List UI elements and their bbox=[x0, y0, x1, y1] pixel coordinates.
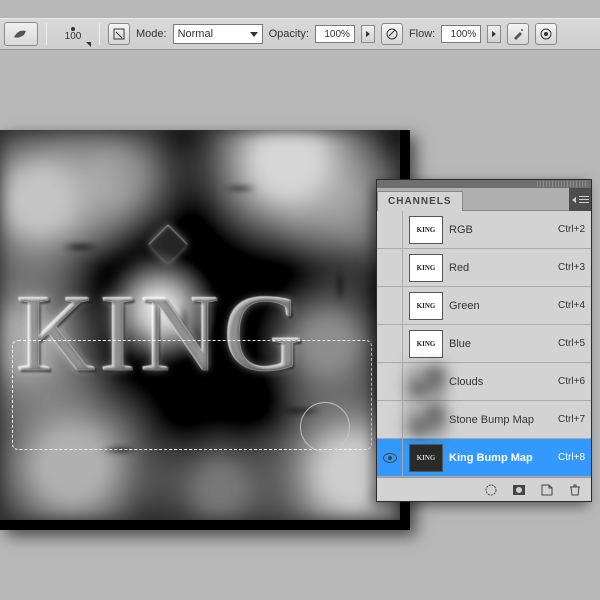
channel-thumbnail: KING bbox=[409, 254, 443, 282]
channel-shortcut: Ctrl+3 bbox=[558, 262, 585, 273]
new-page-icon bbox=[540, 484, 554, 496]
channel-thumbnail bbox=[409, 406, 443, 434]
tablet-opacity-toggle[interactable] bbox=[381, 23, 403, 45]
opacity-input[interactable]: 100% bbox=[315, 25, 355, 43]
new-channel-button[interactable] bbox=[539, 483, 555, 497]
channel-row[interactable]: KING RedCtrl+3 bbox=[377, 249, 591, 287]
channel-shortcut: Ctrl+6 bbox=[558, 376, 585, 387]
trash-icon bbox=[568, 484, 582, 496]
mask-icon bbox=[512, 484, 526, 496]
dashed-circle-icon bbox=[484, 484, 498, 496]
channel-row[interactable]: KING BlueCtrl+5 bbox=[377, 325, 591, 363]
options-bar: 100 Mode: Normal Opacity: 100% Flow: 100… bbox=[0, 18, 600, 50]
flow-label: Flow: bbox=[409, 28, 435, 40]
chevron-right-icon bbox=[366, 31, 370, 37]
tablet-size-toggle[interactable] bbox=[535, 23, 557, 45]
channel-row[interactable]: Stone Bump MapCtrl+7 bbox=[377, 401, 591, 439]
blend-mode-value: Normal bbox=[178, 28, 213, 40]
airbrush-icon bbox=[511, 27, 525, 41]
channels-panel: CHANNELS KING RGBCtrl+2 KING RedCtrl+3 KING G… bbox=[376, 179, 592, 502]
airbrush-toggle[interactable] bbox=[507, 23, 529, 45]
chevron-right-icon bbox=[492, 31, 496, 37]
panel-menu-button[interactable] bbox=[569, 188, 591, 211]
channel-name: Green bbox=[449, 300, 558, 312]
channel-name: Blue bbox=[449, 338, 558, 350]
tab-channels[interactable]: CHANNELS bbox=[377, 191, 463, 211]
opacity-label: Opacity: bbox=[269, 28, 309, 40]
channel-shortcut: Ctrl+7 bbox=[558, 414, 585, 425]
channel-row[interactable]: KING GreenCtrl+4 bbox=[377, 287, 591, 325]
channel-shortcut: Ctrl+8 bbox=[558, 452, 585, 463]
opacity-value: 100% bbox=[324, 29, 350, 40]
channel-shortcut: Ctrl+4 bbox=[558, 300, 585, 311]
separator bbox=[46, 23, 47, 45]
blend-mode-select[interactable]: Normal bbox=[173, 24, 263, 44]
brush-size-value: 100 bbox=[65, 31, 82, 42]
brush-cursor bbox=[300, 402, 350, 452]
brush-icon bbox=[12, 27, 30, 41]
channel-row[interactable]: KING King Bump MapCtrl+8 bbox=[377, 439, 591, 477]
channel-shortcut: Ctrl+5 bbox=[558, 338, 585, 349]
flow-value: 100% bbox=[451, 29, 477, 40]
separator bbox=[99, 23, 100, 45]
visibility-toggle[interactable] bbox=[377, 325, 403, 362]
grip-icon bbox=[537, 181, 587, 187]
visibility-toggle[interactable] bbox=[377, 287, 403, 324]
menu-lines-icon bbox=[579, 199, 589, 200]
channel-thumbnail: KING bbox=[409, 330, 443, 358]
document-canvas[interactable]: KING bbox=[0, 130, 400, 520]
panel-footer bbox=[377, 477, 591, 501]
channel-name: RGB bbox=[449, 224, 558, 236]
channel-row[interactable]: CloudsCtrl+6 bbox=[377, 363, 591, 401]
channel-row[interactable]: KING RGBCtrl+2 bbox=[377, 211, 591, 249]
visibility-toggle[interactable] bbox=[377, 363, 403, 400]
pen-pressure-icon bbox=[385, 27, 399, 41]
flow-input[interactable]: 100% bbox=[441, 25, 481, 43]
mode-label: Mode: bbox=[136, 28, 167, 40]
channel-list: KINGRGBCtrl+2KINGRedCtrl+3KINGGreenCtrl+… bbox=[377, 211, 591, 477]
opacity-flyout[interactable] bbox=[361, 25, 375, 43]
channel-name: Red bbox=[449, 262, 558, 274]
channel-name: King Bump Map bbox=[449, 452, 558, 464]
load-selection-button[interactable] bbox=[483, 483, 499, 497]
channel-name: Clouds bbox=[449, 376, 558, 388]
channel-thumbnail: KING bbox=[409, 444, 443, 472]
target-icon bbox=[539, 27, 553, 41]
brush-panel-toggle[interactable] bbox=[108, 23, 130, 45]
tool-preset-picker[interactable] bbox=[4, 22, 38, 46]
save-selection-button[interactable] bbox=[511, 483, 527, 497]
panel-tabs: CHANNELS bbox=[377, 188, 591, 211]
brush-panel-icon bbox=[112, 27, 126, 41]
menu-arrow-icon bbox=[572, 197, 576, 203]
visibility-toggle[interactable] bbox=[377, 249, 403, 286]
channel-name: Stone Bump Map bbox=[449, 414, 558, 426]
channel-thumbnail: KING bbox=[409, 216, 443, 244]
chevron-down-icon bbox=[250, 32, 258, 37]
panel-drag-bar[interactable] bbox=[377, 180, 591, 188]
channel-thumbnail bbox=[409, 368, 443, 396]
delete-channel-button[interactable] bbox=[567, 483, 583, 497]
eye-icon bbox=[383, 453, 397, 463]
chevron-down-icon bbox=[86, 42, 91, 47]
visibility-toggle[interactable] bbox=[377, 401, 403, 438]
brush-preset-picker[interactable]: 100 bbox=[55, 21, 91, 47]
channel-thumbnail: KING bbox=[409, 292, 443, 320]
visibility-toggle[interactable] bbox=[377, 211, 403, 248]
channel-shortcut: Ctrl+2 bbox=[558, 224, 585, 235]
flow-flyout[interactable] bbox=[487, 25, 501, 43]
visibility-toggle[interactable] bbox=[377, 439, 403, 476]
